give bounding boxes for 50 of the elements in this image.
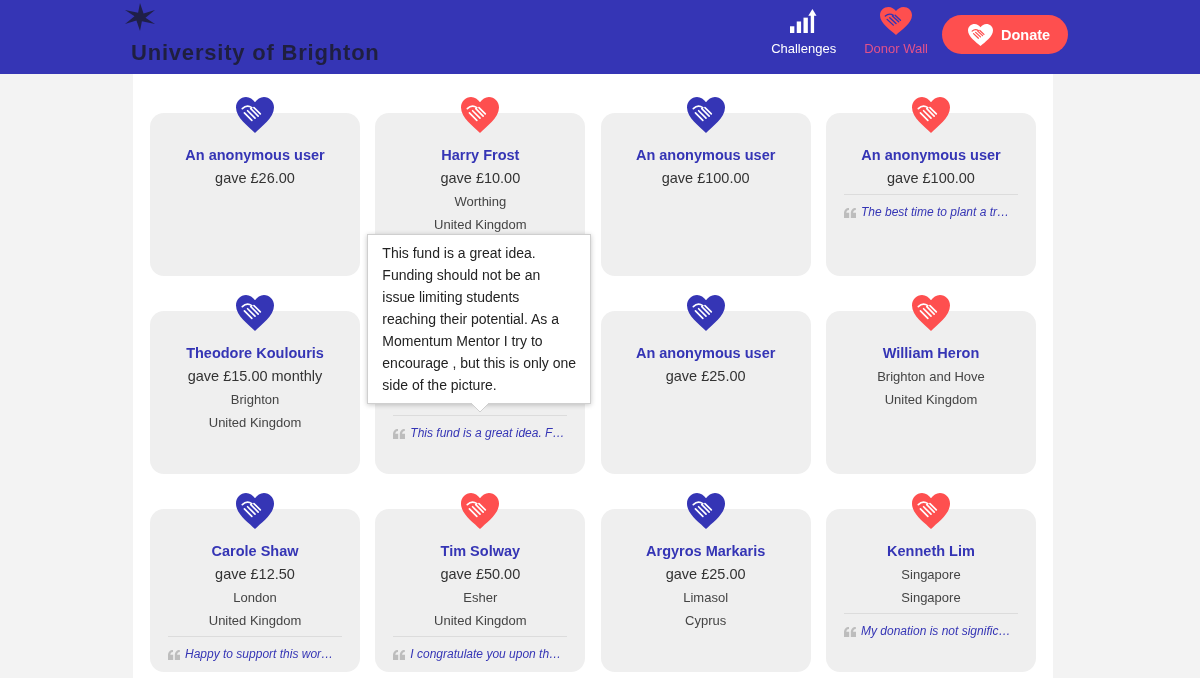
- donor-name[interactable]: An anonymous user: [840, 144, 1022, 167]
- quote-icon: [844, 207, 856, 218]
- donor-city: Worthing: [453, 193, 508, 211]
- donor-country: Cyprus: [684, 612, 728, 630]
- donor-country: United Kingdom: [433, 216, 528, 234]
- donation-amount: gave £100.00: [660, 169, 751, 188]
- star-icon: [125, 3, 155, 31]
- donor-name[interactable]: An anonymous user: [614, 342, 797, 365]
- donation-amount: gave £10.00: [439, 169, 522, 188]
- donor-name[interactable]: Harry Frost: [389, 144, 572, 167]
- quote-icon: [393, 649, 406, 660]
- donor-message[interactable]: This fund is a great idea. F…: [410, 422, 565, 445]
- donor-country: United Kingdom: [207, 612, 303, 630]
- donor-city: Brighton: [229, 391, 281, 409]
- quote-icon: [168, 649, 180, 660]
- donor-message[interactable]: Happy to support this wor…: [185, 643, 334, 666]
- donor-name[interactable]: Theodore Koulouris: [164, 342, 346, 365]
- quote-icon: [844, 626, 856, 637]
- donor-city: Limasol: [682, 589, 730, 607]
- donation-amount: gave £100.00: [886, 169, 976, 188]
- donation-amount: gave £15.00 monthly: [186, 367, 324, 386]
- donor-name[interactable]: Tim Solway: [389, 540, 572, 563]
- donation-amount: gave £25.00: [664, 565, 747, 584]
- donation-amount: gave £26.00: [214, 169, 296, 188]
- donor-city: Esher: [462, 589, 499, 607]
- donor-message[interactable]: My donation is not signific…: [861, 620, 1011, 643]
- donor-city: London: [232, 589, 278, 607]
- donation-amount: gave £50.00: [439, 565, 522, 584]
- donor-city: Singapore: [900, 566, 962, 584]
- nav-link[interactable]: Challenges: [771, 0, 837, 57]
- donor-country: United Kingdom: [433, 612, 528, 630]
- donor-message[interactable]: I congratulate you upon th…: [410, 643, 562, 666]
- donor-name[interactable]: Kenneth Lim: [840, 540, 1022, 563]
- heart-icon: [880, 7, 913, 35]
- donor-name[interactable]: An anonymous user: [614, 144, 797, 167]
- bar-chart-icon: [790, 9, 818, 33]
- donor-city: Brighton and Hove: [876, 368, 986, 386]
- donor-name[interactable]: Argyros Markaris: [614, 540, 797, 563]
- tooltip-pointer-icon: [471, 403, 490, 412]
- donor-name[interactable]: Carole Shaw: [164, 540, 346, 563]
- donor-country: Singapore: [900, 589, 962, 607]
- donation-amount: gave £12.50: [214, 565, 296, 584]
- donation-amount: gave £25.00: [664, 367, 747, 386]
- donor-name[interactable]: An anonymous user: [164, 144, 346, 167]
- quote-icon: [393, 428, 406, 439]
- donor-message[interactable]: The best time to plant a tr…: [861, 201, 1010, 224]
- donor-name[interactable]: William Heron: [840, 342, 1022, 365]
- donor-country: United Kingdom: [207, 414, 303, 432]
- donor-country: United Kingdom: [883, 391, 979, 409]
- heart-icon: [968, 23, 993, 46]
